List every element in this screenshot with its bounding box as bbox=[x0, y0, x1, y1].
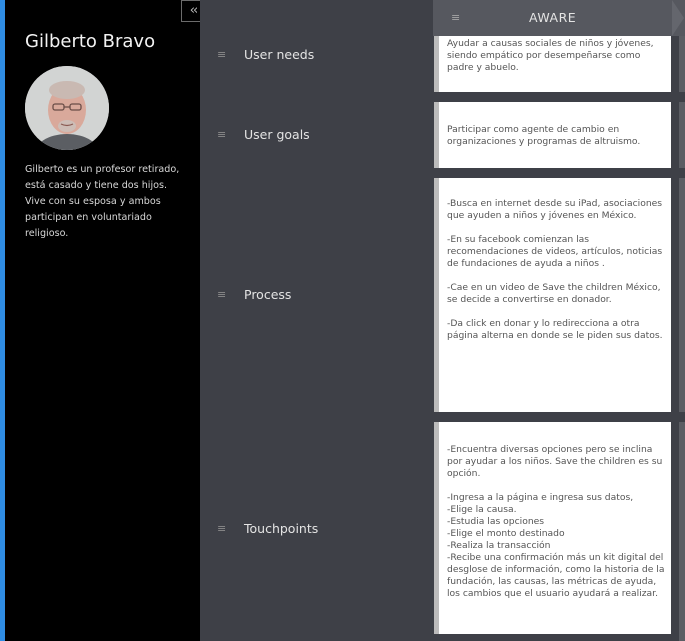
row-label-text: User needs bbox=[244, 47, 315, 62]
next-column-edge bbox=[679, 178, 685, 412]
card-user-needs[interactable]: Ayudar a causas sociales de niños y jóve… bbox=[434, 36, 671, 92]
card-text: -Ingresa a la página e ingresa sus datos… bbox=[447, 492, 665, 599]
card-process[interactable]: -Busca en internet desde su iPad, asocia… bbox=[434, 178, 671, 412]
persona-description: Gilberto es un profesor retirado, está c… bbox=[25, 164, 180, 239]
card-user-goals[interactable]: Participar como agente de cambio en orga… bbox=[434, 102, 671, 168]
row-labels-column: ≡ User needs ≡ User goals ≡ Process ≡ To… bbox=[200, 0, 433, 641]
row-user-needs[interactable]: ≡ User needs bbox=[200, 47, 433, 67]
card-text: -Busca en internet desde su iPad, asocia… bbox=[447, 198, 666, 221]
drag-handle-icon[interactable]: ≡ bbox=[217, 523, 226, 534]
stage-title: AWARE bbox=[529, 10, 577, 25]
card-text: Ayudar a causas sociales de niños y jóve… bbox=[447, 38, 657, 73]
card-touchpoints[interactable]: -Encuentra diversas opciones pero se inc… bbox=[434, 422, 671, 634]
row-label-text: User goals bbox=[244, 127, 310, 142]
card-text: -Encuentra diversas opciones pero se inc… bbox=[447, 444, 666, 479]
card-text: -Cae en un video de Save the children Mé… bbox=[447, 282, 664, 305]
persona-name: Gilberto Bravo bbox=[25, 31, 156, 52]
row-process[interactable]: ≡ Process bbox=[200, 287, 433, 307]
next-column-edge bbox=[679, 102, 685, 168]
row-label-text: Process bbox=[244, 287, 292, 302]
drag-handle-icon[interactable]: ≡ bbox=[217, 49, 226, 60]
double-chevron-left-icon: ‹‹ bbox=[189, 3, 199, 18]
row-user-goals[interactable]: ≡ User goals bbox=[200, 127, 433, 147]
stage-arrow-icon bbox=[672, 0, 684, 36]
card-text: Participar como agente de cambio en orga… bbox=[447, 124, 641, 147]
drag-handle-icon[interactable]: ≡ bbox=[217, 289, 226, 300]
drag-handle-icon[interactable]: ≡ bbox=[217, 129, 226, 140]
avatar-photo-icon bbox=[25, 66, 109, 150]
stage-header-aware[interactable]: ≡ AWARE bbox=[433, 0, 685, 36]
card-text: -Da click en donar y lo redirecciona a o… bbox=[447, 318, 663, 341]
row-touchpoints[interactable]: ≡ Touchpoints bbox=[200, 521, 433, 541]
persona-panel: ‹‹ Gilberto Bravo Gilberto es un profeso… bbox=[5, 0, 205, 641]
next-column-edge bbox=[679, 36, 685, 92]
card-text: -En su facebook comienzan las recomendac… bbox=[447, 234, 666, 269]
row-label-text: Touchpoints bbox=[244, 521, 319, 536]
next-column-edge bbox=[679, 422, 685, 641]
avatar bbox=[25, 66, 109, 150]
drag-handle-icon[interactable]: ≡ bbox=[451, 11, 460, 24]
